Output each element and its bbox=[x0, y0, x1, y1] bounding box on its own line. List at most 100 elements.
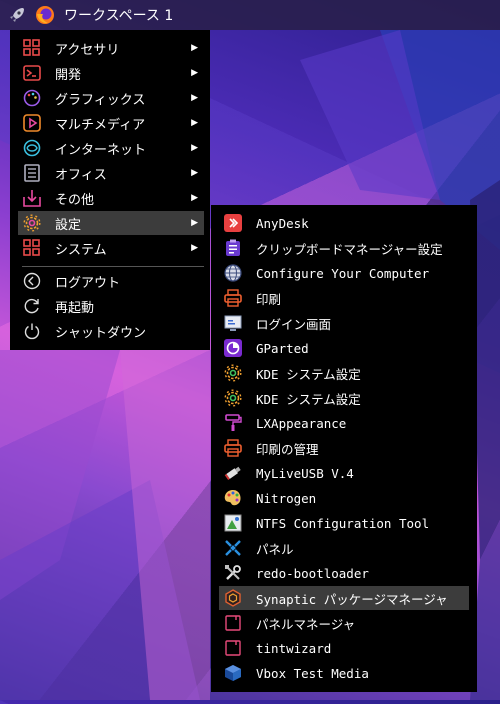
menu-item-label: オフィス bbox=[55, 167, 107, 183]
menu-item-shutdown[interactable]: シャットダウン bbox=[18, 319, 204, 343]
palette-icon bbox=[22, 88, 42, 108]
submenu-item-tintwizard[interactable]: tintwizard bbox=[219, 636, 469, 660]
submenu-item-gparted[interactable]: GParted bbox=[219, 336, 469, 360]
submenu-item-print[interactable]: 印刷 bbox=[219, 286, 469, 310]
submenu-item-vbox-test-media[interactable]: Vbox Test Media bbox=[219, 661, 469, 685]
download-box-icon bbox=[22, 188, 42, 208]
menu-item-label: ログアウト bbox=[55, 275, 121, 291]
menu-item-label: 再起動 bbox=[55, 300, 95, 316]
globe-icon bbox=[22, 138, 42, 158]
virtualbox-icon bbox=[223, 663, 243, 683]
submenu-item-login-screen[interactable]: ログイン画面 bbox=[219, 311, 469, 335]
printer-icon bbox=[223, 438, 243, 458]
submenu-item-label: LXAppearance bbox=[256, 415, 347, 431]
submenu-item-label: GParted bbox=[256, 340, 309, 356]
panel-icon bbox=[223, 538, 243, 558]
logout-icon bbox=[22, 271, 42, 291]
anydesk-icon bbox=[223, 213, 243, 233]
submenu-item-label: KDE システム設定 bbox=[256, 391, 361, 407]
menu-item-settings[interactable]: 設定 ▶ bbox=[18, 211, 204, 235]
menu-item-multimedia[interactable]: マルチメディア ▶ bbox=[18, 111, 204, 135]
taskbar: ワークスペース 1 bbox=[0, 0, 500, 30]
gparted-icon bbox=[223, 338, 243, 358]
paint-roller-icon bbox=[223, 413, 243, 433]
document-icon bbox=[22, 163, 42, 183]
usb-icon bbox=[223, 463, 243, 483]
terminal-icon bbox=[22, 63, 42, 83]
menu-item-label: 開発 bbox=[55, 67, 82, 83]
submenu-arrow-icon: ▶ bbox=[191, 93, 198, 103]
submenu-item-label: redo-bootloader bbox=[256, 565, 369, 581]
ntfs-icon bbox=[223, 513, 243, 533]
menu-item-other[interactable]: その他 ▶ bbox=[18, 186, 204, 210]
power-icon bbox=[22, 321, 42, 341]
submenu-arrow-icon: ▶ bbox=[191, 118, 198, 128]
globe-settings-icon bbox=[223, 263, 243, 283]
menu-item-logout[interactable]: ログアウト bbox=[18, 269, 204, 293]
submenu-item-label: ログイン画面 bbox=[256, 316, 332, 332]
submenu-item-redo-bootloader[interactable]: redo-bootloader bbox=[219, 561, 469, 585]
application-menu: アクセサリ ▶ 開発 ▶ グラフィックス ▶ マルチメディア ▶ インターネット… bbox=[10, 30, 210, 350]
submenu-item-synaptic[interactable]: Synaptic パッケージマネージャ bbox=[219, 586, 469, 610]
gear-icon bbox=[22, 213, 42, 233]
submenu-item-label: tintwizard bbox=[256, 640, 332, 656]
submenu-item-kde-system-settings[interactable]: KDE システム設定 bbox=[219, 361, 469, 385]
submenu-item-myliveusb[interactable]: MyLiveUSB V.4 bbox=[219, 461, 469, 485]
menu-item-development[interactable]: 開発 ▶ bbox=[18, 61, 204, 85]
submenu-item-clipboard-settings[interactable]: クリップボードマネージャー設定 bbox=[219, 236, 469, 260]
menu-item-graphics[interactable]: グラフィックス ▶ bbox=[18, 86, 204, 110]
submenu-item-lxappearance[interactable]: LXAppearance bbox=[219, 411, 469, 435]
grid-icon bbox=[22, 238, 42, 258]
login-screen-icon bbox=[223, 313, 243, 333]
submenu-arrow-icon: ▶ bbox=[191, 43, 198, 53]
firefox-icon[interactable] bbox=[34, 4, 56, 26]
submenu-item-label: Configure Your Computer bbox=[256, 265, 430, 281]
submenu-item-label: KDE システム設定 bbox=[256, 366, 361, 382]
submenu-item-kde-system-settings-2[interactable]: KDE システム設定 bbox=[219, 386, 469, 410]
menu-item-accessories[interactable]: アクセサリ ▶ bbox=[18, 36, 204, 60]
submenu-item-label: 印刷 bbox=[256, 291, 282, 307]
printer-icon bbox=[223, 288, 243, 308]
workspace-title[interactable]: ワークスペース 1 bbox=[64, 5, 173, 25]
grid-icon bbox=[22, 38, 42, 58]
panel-manager-icon bbox=[223, 613, 243, 633]
submenu-item-label: 印刷の管理 bbox=[256, 441, 319, 457]
submenu-item-print-manager[interactable]: 印刷の管理 bbox=[219, 436, 469, 460]
submenu-item-nitrogen[interactable]: Nitrogen bbox=[219, 486, 469, 510]
submenu-item-label: MyLiveUSB V.4 bbox=[256, 465, 354, 481]
menu-item-label: 設定 bbox=[55, 217, 82, 233]
submenu-item-panel-manager[interactable]: パネルマネージャ bbox=[219, 611, 469, 635]
tools-icon bbox=[223, 563, 243, 583]
play-icon bbox=[22, 113, 42, 133]
submenu-arrow-icon: ▶ bbox=[191, 243, 198, 253]
submenu-item-label: AnyDesk bbox=[256, 215, 309, 231]
submenu-item-label: Synaptic パッケージマネージャ bbox=[256, 591, 448, 607]
menu-item-label: システム bbox=[55, 242, 107, 258]
submenu-item-anydesk[interactable]: AnyDesk bbox=[219, 211, 469, 235]
submenu-item-label: パネル bbox=[256, 541, 294, 557]
submenu-arrow-icon: ▶ bbox=[191, 193, 198, 203]
settings-submenu: AnyDesk クリップボードマネージャー設定 Configure Your C… bbox=[211, 205, 477, 692]
gear-icon bbox=[223, 388, 243, 408]
menu-item-system[interactable]: システム ▶ bbox=[18, 236, 204, 260]
synaptic-icon bbox=[223, 588, 243, 608]
submenu-item-configure-computer[interactable]: Configure Your Computer bbox=[219, 261, 469, 285]
menu-item-label: その他 bbox=[55, 192, 95, 208]
submenu-item-ntfs-config[interactable]: NTFS Configuration Tool bbox=[219, 511, 469, 535]
menu-item-label: マルチメディア bbox=[55, 117, 146, 133]
menu-item-office[interactable]: オフィス ▶ bbox=[18, 161, 204, 185]
submenu-arrow-icon: ▶ bbox=[191, 68, 198, 78]
palette-icon bbox=[223, 488, 243, 508]
submenu-item-panel[interactable]: パネル bbox=[219, 536, 469, 560]
menu-item-label: アクセサリ bbox=[55, 42, 120, 58]
submenu-item-label: クリップボードマネージャー設定 bbox=[256, 241, 443, 257]
submenu-arrow-icon: ▶ bbox=[191, 168, 198, 178]
menu-item-label: シャットダウン bbox=[55, 325, 147, 341]
rocket-icon[interactable] bbox=[6, 4, 28, 26]
menu-item-internet[interactable]: インターネット ▶ bbox=[18, 136, 204, 160]
restart-icon bbox=[22, 296, 42, 316]
menu-item-restart[interactable]: 再起動 bbox=[18, 294, 204, 318]
submenu-arrow-icon: ▶ bbox=[191, 218, 198, 228]
menu-item-label: グラフィックス bbox=[55, 92, 146, 108]
gear-icon bbox=[223, 363, 243, 383]
